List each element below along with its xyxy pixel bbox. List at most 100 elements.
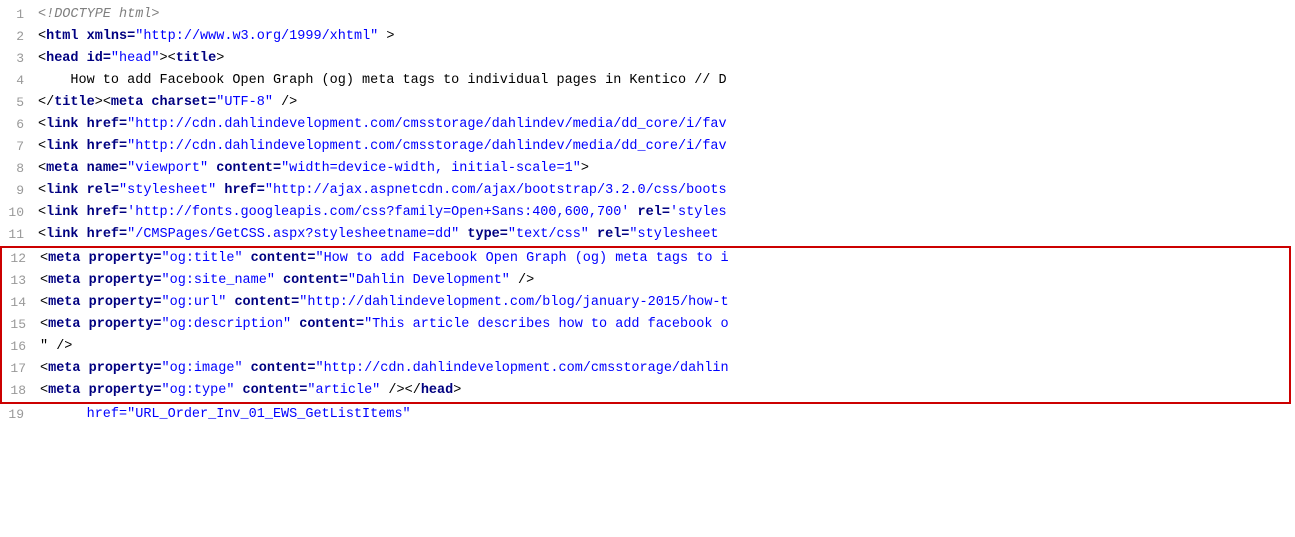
code-viewer: 1<!DOCTYPE html>2<html xmlns="http://www… (0, 0, 1295, 430)
line-content: <meta property="og:url" content="http://… (36, 292, 1289, 314)
code-token: > (378, 29, 394, 44)
code-token: "http://ajax.aspnetcdn.com/ajax/bootstra… (265, 183, 727, 198)
code-line: 8<meta name="viewport" content="width=de… (0, 158, 1295, 180)
line-content: <link href="http://cdn.dahlindevelopment… (34, 114, 1295, 136)
code-token: "/CMSPages/GetCSS.aspx?stylesheetname=dd… (127, 227, 459, 242)
line-number: 4 (0, 70, 34, 92)
code-token: "og:url" (162, 295, 227, 310)
code-line: 9<link rel="stylesheet" href="http://aja… (0, 180, 1295, 202)
code-token: title (54, 95, 95, 110)
code-token: "http://cdn.dahlindevelopment.com/cmssto… (315, 361, 728, 376)
code-token: "UTF-8" (216, 95, 273, 110)
code-token: meta (111, 95, 143, 110)
code-token: title (176, 51, 217, 66)
code-token: <!DOCTYPE html> (38, 7, 160, 22)
code-token: "og:title" (162, 251, 243, 266)
code-token: > (216, 51, 224, 66)
code-token: > (581, 161, 589, 176)
code-token: "og:site_name" (162, 273, 275, 288)
code-line: 15<meta property="og:description" conten… (2, 314, 1289, 336)
code-line: 5</title><meta charset="UTF-8" /> (0, 92, 1295, 114)
code-token: "http://cdn.dahlindevelopment.com/cmssto… (127, 117, 727, 132)
line-content: <meta name="viewport" content="width=dev… (34, 158, 1295, 180)
code-token: link (46, 205, 78, 220)
code-token: "article" (307, 383, 380, 398)
code-token: < (38, 139, 46, 154)
code-token: meta (48, 251, 80, 266)
line-content: href="URL_Order_Inv_01_EWS_GetListItems" (34, 404, 1295, 426)
code-token: "How to add Facebook Open Graph (og) met… (315, 251, 728, 266)
code-token: </ (38, 95, 54, 110)
line-number: 7 (0, 136, 34, 158)
line-content: How to add Facebook Open Graph (og) meta… (34, 70, 1295, 92)
code-token: rel= (629, 205, 670, 220)
line-content: <meta property="og:title" content="How t… (36, 248, 1289, 270)
code-line: 13<meta property="og:site_name" content=… (2, 270, 1289, 292)
code-token: >< (95, 95, 111, 110)
code-token: < (38, 117, 46, 132)
code-token: < (38, 227, 46, 242)
line-content: <meta property="og:description" content=… (36, 314, 1289, 336)
code-token: content= (275, 273, 348, 288)
code-line: 18<meta property="og:type" content="arti… (2, 380, 1289, 402)
code-token: meta (48, 273, 80, 288)
code-token: 'http://fonts.googleapis.com/css?family=… (127, 205, 629, 220)
code-token: rel= (589, 227, 630, 242)
code-line: 17<meta property="og:image" content="htt… (2, 358, 1289, 380)
line-number: 6 (0, 114, 34, 136)
code-token: < (40, 317, 48, 332)
code-token: < (40, 251, 48, 266)
code-token: meta (48, 317, 80, 332)
line-number: 11 (0, 224, 34, 246)
code-token: < (40, 295, 48, 310)
code-line: 4 How to add Facebook Open Graph (og) me… (0, 70, 1295, 92)
line-number: 16 (2, 336, 36, 358)
code-token: property= (81, 317, 162, 332)
code-token: 'styles (670, 205, 727, 220)
code-token: "viewport" (127, 161, 208, 176)
code-token: content= (243, 361, 316, 376)
code-token: name= (79, 161, 128, 176)
code-token: href= (216, 183, 265, 198)
code-token: href= (79, 117, 128, 132)
line-content: <meta property="og:image" content="http:… (36, 358, 1289, 380)
code-token: href= (79, 227, 128, 242)
line-number: 10 (0, 202, 34, 224)
line-content: <meta property="og:type" content="articl… (36, 380, 1289, 402)
code-token: meta (48, 295, 80, 310)
line-content: <link href="http://cdn.dahlindevelopment… (34, 136, 1295, 158)
code-line: 10<link href='http://fonts.googleapis.co… (0, 202, 1295, 224)
code-token: "http://cdn.dahlindevelopment.com/cmssto… (127, 139, 727, 154)
code-line: 11<link href="/CMSPages/GetCSS.aspx?styl… (0, 224, 1295, 246)
highlighted-block: 12<meta property="og:title" content="How… (0, 246, 1291, 404)
code-token: xmlns= (79, 29, 136, 44)
code-token: >< (160, 51, 176, 66)
code-token: "stylesheet (629, 227, 718, 242)
line-content: " /> (36, 336, 1289, 358)
code-token: < (40, 361, 48, 376)
code-token: "http://dahlindevelopment.com/blog/janua… (299, 295, 728, 310)
line-number: 13 (2, 270, 36, 292)
code-line: 12<meta property="og:title" content="How… (2, 248, 1289, 270)
code-token: meta (48, 383, 80, 398)
code-line: 19 href="URL_Order_Inv_01_EWS_GetListIte… (0, 404, 1295, 426)
code-token: How to add Facebook Open Graph (og) meta… (38, 73, 727, 88)
code-token: html (46, 29, 78, 44)
code-token: type= (459, 227, 508, 242)
line-number: 12 (2, 248, 36, 270)
line-number: 14 (2, 292, 36, 314)
code-token: < (38, 205, 46, 220)
code-line: 16" /> (2, 336, 1289, 358)
code-token: link (46, 139, 78, 154)
code-token: "og:image" (162, 361, 243, 376)
line-content: <!DOCTYPE html> (34, 4, 1295, 26)
code-token: property= (81, 295, 162, 310)
code-token: link (46, 117, 78, 132)
code-token: meta (48, 361, 80, 376)
code-token: content= (234, 383, 307, 398)
code-token: href="URL_Order_Inv_01_EWS_GetListItems" (38, 407, 411, 422)
code-token: meta (46, 161, 78, 176)
line-number: 3 (0, 48, 34, 70)
code-token: < (40, 273, 48, 288)
line-content: <link rel="stylesheet" href="http://ajax… (34, 180, 1295, 202)
